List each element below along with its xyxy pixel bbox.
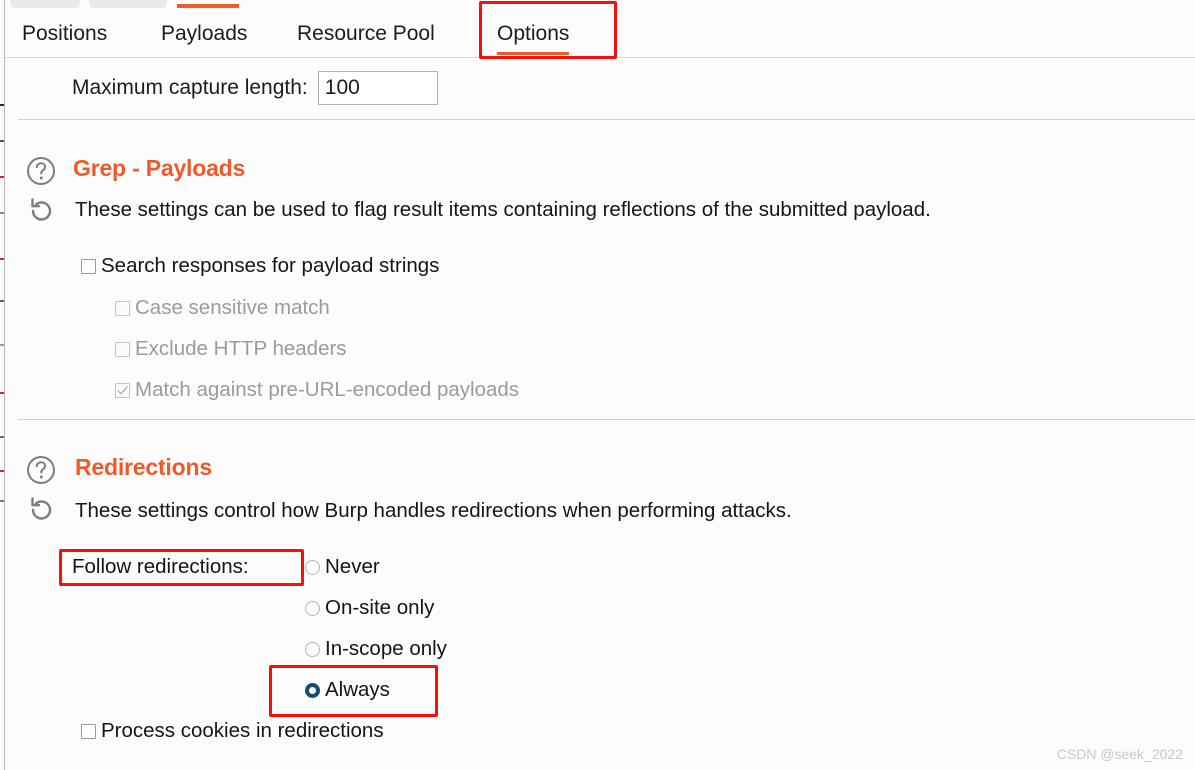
tab-payloads[interactable]: Payloads: [161, 10, 247, 58]
radio-indicator: [305, 641, 320, 657]
section-divider-1: [18, 119, 1195, 120]
reset-arrow-icon[interactable]: [23, 492, 59, 528]
maximum-capture-length-row: Maximum capture length:: [72, 71, 438, 105]
checkbox-label: Process cookies in redirections: [101, 719, 384, 742]
redirections-description: These settings control how Burp handles …: [75, 499, 792, 522]
checkbox-box: [81, 258, 96, 274]
checkbox-box: [115, 382, 130, 398]
radio-label: Never: [325, 555, 380, 578]
checkbox-case-sensitive-match[interactable]: Case sensitive match: [115, 296, 330, 320]
checkbox-match-against-pre-url-encoded-payloads[interactable]: Match against pre-URL-encoded payloads: [115, 378, 519, 402]
reset-arrow-icon[interactable]: [23, 193, 59, 229]
cropped-left-edge-artifact: [0, 0, 5, 770]
grep-payloads-description: These settings can be used to flag resul…: [75, 198, 931, 221]
checkbox-box: [81, 723, 96, 739]
checkbox-exclude-http-headers[interactable]: Exclude HTTP headers: [115, 337, 347, 361]
redirections-title: Redirections: [75, 454, 212, 480]
question-circle-icon[interactable]: [23, 153, 59, 189]
partial-button-2[interactable]: [89, 0, 167, 8]
watermark-text: CSDN @seek_2022: [1056, 746, 1183, 762]
tab-options[interactable]: Options: [497, 10, 570, 58]
options-panel: Maximum capture length: Grep - Payloads …: [5, 58, 1195, 770]
redirections-icon-column: [23, 452, 61, 528]
radio-indicator: [305, 600, 320, 616]
radio-label: Always: [325, 678, 390, 701]
radio-always[interactable]: Always: [305, 678, 390, 702]
radio-never[interactable]: Never: [305, 555, 380, 579]
checkbox-label: Match against pre-URL-encoded payloads: [135, 378, 520, 401]
tab-bar: Positions Payloads Resource Pool Options: [5, 10, 1195, 58]
radio-indicator: [305, 682, 320, 698]
tab-positions[interactable]: Positions: [22, 10, 107, 58]
radio-in-scope-only[interactable]: In-scope only: [305, 637, 447, 661]
radio-on-site-only[interactable]: On-site only: [305, 596, 434, 620]
partial-toolbar-strip: [5, 0, 1195, 10]
partial-button-1[interactable]: [10, 0, 80, 8]
checkbox-box: [115, 341, 130, 357]
tab-positions-label: Positions: [22, 22, 108, 45]
checkbox-label: Case sensitive match: [135, 296, 330, 319]
checkbox-box: [115, 300, 130, 316]
partial-active-button[interactable]: [177, 0, 239, 8]
maximum-capture-length-input[interactable]: [317, 71, 438, 105]
checkbox-label: Search responses for payload strings: [101, 254, 440, 277]
tab-resource-pool[interactable]: Resource Pool: [297, 10, 435, 58]
grep-payloads-title: Grep - Payloads: [73, 155, 246, 181]
radio-label: In-scope only: [325, 637, 447, 660]
checkbox-process-cookies-in-redirections[interactable]: Process cookies in redirections: [81, 719, 384, 743]
radio-indicator: [305, 559, 320, 575]
tab-payloads-label: Payloads: [161, 22, 248, 45]
grep-payloads-icon-column: [23, 153, 61, 229]
tab-resource-pool-label: Resource Pool: [297, 22, 435, 45]
radio-label: On-site only: [325, 596, 435, 619]
follow-redirections-label: Follow redirections:: [72, 555, 249, 578]
tab-options-label: Options: [497, 22, 570, 45]
question-circle-icon[interactable]: [23, 452, 59, 488]
section-divider-2: [18, 419, 1195, 420]
maximum-capture-length-label: Maximum capture length:: [72, 76, 308, 99]
checkbox-search-responses-for-payload-strings[interactable]: Search responses for payload strings: [81, 254, 439, 278]
checkbox-label: Exclude HTTP headers: [135, 337, 347, 360]
